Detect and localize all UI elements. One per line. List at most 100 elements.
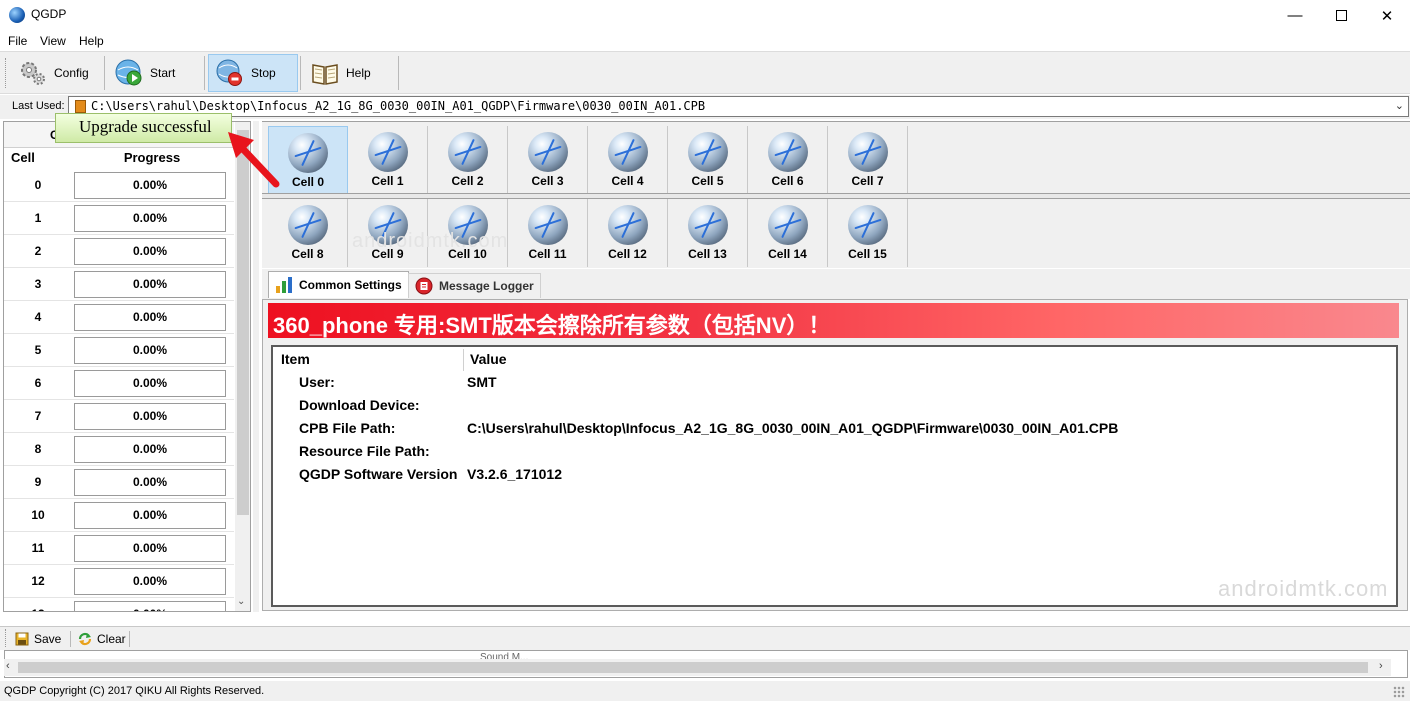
toolbar-separator — [204, 56, 205, 90]
property-value: C:\Users\rahul\Desktop\Infocus_A2_1G_8G_… — [467, 420, 1119, 436]
column-separator — [463, 349, 464, 371]
cell-label: Cell 14 — [768, 247, 807, 261]
cell-button-13[interactable]: Cell 13 — [668, 199, 748, 267]
cell-label: Cell 11 — [528, 247, 567, 261]
maximize-button[interactable] — [1318, 0, 1364, 31]
cell-label: Cell 0 — [291, 175, 324, 189]
globe-icon — [847, 132, 888, 172]
scroll-right-icon[interactable]: › — [1379, 660, 1383, 672]
config-label: Config — [54, 66, 89, 80]
progress-vertical-scrollbar[interactable]: ⌄ — [235, 122, 250, 611]
last-used-combobox[interactable]: C:\Users\rahul\Desktop\Infocus_A2_1G_8G_… — [68, 96, 1409, 117]
clear-log-button[interactable]: Clear — [78, 630, 126, 648]
progress-value: 0.00% — [74, 535, 226, 562]
progress-value: 0.00% — [74, 238, 226, 265]
cell-button-12[interactable]: Cell 12 — [588, 199, 668, 267]
resize-grip-icon[interactable] — [1393, 686, 1405, 698]
cell-label: Cell 8 — [291, 247, 324, 261]
toolbar-separator — [104, 56, 105, 90]
scrollbar-thumb[interactable] — [18, 662, 1368, 673]
app-icon — [9, 7, 25, 23]
cell-label: Cell 6 — [771, 174, 804, 188]
cell-button-7[interactable]: Cell 7 — [828, 126, 908, 194]
stop-label: Stop — [251, 66, 276, 80]
cell-number: 4 — [34, 310, 42, 324]
close-button[interactable]: ✕ — [1364, 0, 1410, 31]
column-header-progress: Progress — [123, 150, 181, 165]
help-button[interactable]: Help — [304, 54, 396, 92]
property-value: SMT — [467, 374, 497, 390]
bar-chart-icon — [275, 276, 293, 294]
cell-label: Cell 15 — [848, 247, 887, 261]
progress-row: 2 0.00% — [4, 235, 234, 268]
cell-button-6[interactable]: Cell 6 — [748, 126, 828, 194]
cell-button-1[interactable]: Cell 1 — [348, 126, 428, 194]
cell-number: 0 — [34, 178, 42, 192]
property-name: Resource File Path: — [299, 443, 430, 459]
copyright-text: QGDP Copyright (C) 2017 QIKU All Rights … — [4, 685, 265, 697]
warning-banner: 360_phone 专用:SMT版本会擦除所有参数（包括NV）！ — [268, 303, 1399, 338]
cell-label: Cell 2 — [451, 174, 484, 188]
menu-help[interactable]: Help — [79, 34, 104, 48]
globe-icon — [767, 132, 808, 172]
watermark-faint: androidmtk.com — [352, 230, 509, 252]
config-button[interactable]: Config — [12, 54, 102, 92]
start-globe-icon — [114, 58, 144, 88]
progress-value: 0.00% — [74, 205, 226, 232]
globe-icon — [287, 205, 328, 245]
column-header-value: Value — [470, 351, 507, 367]
cell-button-3[interactable]: Cell 3 — [508, 126, 588, 194]
menu-view[interactable]: View — [40, 34, 66, 48]
save-log-button[interactable]: Save — [15, 630, 61, 648]
globe-icon — [607, 205, 648, 245]
cell-button-15[interactable]: Cell 15 — [828, 199, 908, 267]
minimize-icon: — — [1287, 7, 1303, 24]
progress-value: 0.00% — [74, 601, 226, 611]
logger-icon — [415, 277, 433, 295]
cell-button-4[interactable]: Cell 4 — [588, 126, 668, 194]
cell-number: 10 — [31, 508, 45, 522]
progress-value: 0.00% — [74, 436, 226, 463]
cell-button-14[interactable]: Cell 14 — [748, 199, 828, 267]
progress-value: 0.00% — [74, 568, 226, 595]
cell-button-2[interactable]: Cell 2 — [428, 126, 508, 194]
log-horizontal-scrollbar[interactable]: ‹ › — [4, 659, 1391, 676]
progress-panel: C Cell Progress 00.00% 10.00% 20.00% 30.… — [3, 121, 251, 612]
progress-value: 0.00% — [74, 337, 226, 364]
property-name: QGDP Software Version — [299, 466, 458, 482]
cell-number: 2 — [34, 244, 42, 258]
title-bar: QGDP — ✕ — [0, 0, 1410, 31]
cells-row-divider — [262, 193, 1410, 199]
minimize-button[interactable]: — — [1272, 0, 1318, 31]
refresh-icon — [78, 632, 92, 646]
scroll-left-icon[interactable]: ‹ — [6, 660, 10, 672]
cpb-file-icon — [75, 100, 86, 113]
progress-row: 5 0.00% — [4, 334, 234, 367]
close-icon: ✕ — [1380, 7, 1394, 25]
gears-icon — [18, 58, 48, 88]
cell-button-5[interactable]: Cell 5 — [668, 126, 748, 194]
menu-file[interactable]: File — [8, 34, 27, 48]
progress-row: 11 0.00% — [4, 532, 234, 565]
stop-button[interactable]: Stop — [208, 54, 298, 92]
tab-message-logger[interactable]: Message Logger — [408, 273, 541, 298]
help-label: Help — [346, 66, 371, 80]
scroll-down-icon[interactable]: ⌄ — [237, 596, 245, 607]
progress-row: 7 0.00% — [4, 400, 234, 433]
cell-number: 6 — [34, 376, 42, 390]
progress-row: 9 0.00% — [4, 466, 234, 499]
progress-row: 8 0.00% — [4, 433, 234, 466]
cell-button-8[interactable]: Cell 8 — [268, 199, 348, 267]
globe-icon — [367, 132, 408, 172]
cell-number: 9 — [34, 475, 42, 489]
tab-common-settings[interactable]: Common Settings — [268, 271, 409, 298]
log-toolbar: Save Clear — [0, 626, 1410, 650]
cell-label: Cell 4 — [611, 174, 644, 188]
panel-splitter[interactable] — [253, 121, 259, 612]
cell-button-11[interactable]: Cell 11 — [508, 199, 588, 267]
chevron-down-icon[interactable]: ⌄ — [1395, 99, 1404, 112]
toolbar-separator — [398, 56, 399, 90]
progress-row: 0 0.00% — [4, 169, 234, 202]
start-button[interactable]: Start — [108, 54, 202, 92]
clear-label: Clear — [97, 632, 126, 646]
